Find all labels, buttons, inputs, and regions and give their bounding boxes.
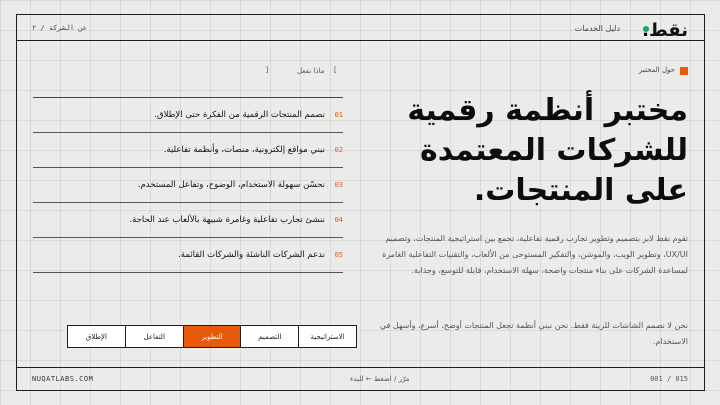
feature-text: نحسّن سهولة الاستخدام، الوضوح، وتفاعل ال…	[137, 180, 325, 190]
phase-tabs: الاستراتيجية التصميم التطوير التفاعل الإطلاق	[67, 325, 357, 348]
site-url[interactable]: NUQATLABS.COM	[32, 375, 93, 383]
feature-text: ندعم الشركات الناشئة والشركات القائمة.	[178, 250, 325, 260]
hero-description: تقوم نقط لابز بتصميم وتطوير تجارب رقمية …	[382, 234, 688, 275]
section-marker-icon	[680, 67, 688, 75]
feature-number: 04	[334, 216, 343, 224]
feature-row: 03 نحسّن سهولة الاستخدام، الوضوح، وتفاعل …	[33, 168, 343, 203]
nav-link-about[interactable]: عن الشركة / ٢	[32, 24, 87, 32]
feature-number: 03	[334, 181, 343, 189]
feature-text: نصمم المنتجات الرقمية من الفكرة حتى الإط…	[154, 110, 325, 120]
feature-row: 02 نبني مواقع إلكترونية، منصات، وأنظمة تف…	[33, 133, 343, 168]
tab-2[interactable]: التطوير	[182, 326, 241, 347]
bracket-open: [	[333, 66, 338, 74]
page-title: مختبر أنظمة رقمية للشركات المعتمدة على ا…	[407, 93, 688, 208]
feature-number: 05	[334, 251, 343, 259]
feature-text: ننشئ تجارب تفاعلية وغامرة شبيهة بالألعاب…	[129, 215, 325, 225]
footer-divider	[17, 367, 704, 368]
section-question: ماذا نفعل	[297, 67, 325, 75]
header-divider	[17, 40, 704, 41]
brand-logo[interactable]: نقط.	[642, 20, 688, 41]
hero-description-secondary: نحن لا نصمم الشاشات للزينة فقط. نحن نبني…	[379, 321, 688, 346]
tab-1[interactable]: التصميم	[240, 326, 298, 347]
feature-row: 05 ندعم الشركات الناشئة والشركات القائمة.	[33, 238, 343, 273]
page-counter: 001 / 015	[650, 375, 688, 383]
tab-4[interactable]: الإطلاق	[68, 326, 125, 347]
tab-0[interactable]: الاستراتيجية	[298, 326, 356, 347]
navigation-hint: مرّر / اضغط ← للبدء	[350, 375, 410, 383]
feature-number: 02	[334, 146, 343, 154]
feature-row: 04 ننشئ تجارب تفاعلية وغامرة شبيهة بالألع…	[33, 203, 343, 238]
bracket-close: ]	[265, 66, 270, 74]
tab-3[interactable]: التفاعل	[124, 326, 183, 347]
feature-text: نبني مواقع إلكترونية، منصات، وأنظمة تفاع…	[163, 145, 325, 155]
status-dot-icon	[643, 26, 649, 32]
nav-link-services-guide[interactable]: دليل الخدمات	[575, 24, 620, 33]
feature-row: 01 نصمم المنتجات الرقمية من الفكرة حتى ال…	[33, 98, 343, 133]
slide-frame: نقط. دليل الخدمات عن الشركة / ٢ حول المخ…	[16, 14, 705, 391]
feature-number: 01	[334, 111, 343, 119]
section-tag: حول المختبر	[639, 66, 675, 74]
